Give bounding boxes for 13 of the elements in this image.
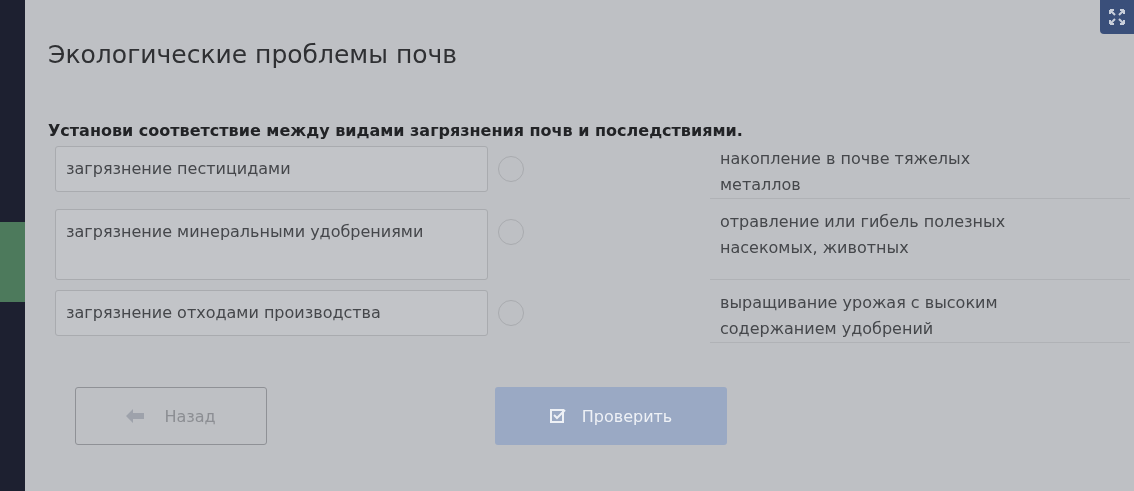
answer-card[interactable]: загрязнение отходами производства xyxy=(55,290,488,336)
arrow-left-icon xyxy=(126,409,145,423)
fullscreen-button[interactable] xyxy=(1100,0,1134,34)
answer-card[interactable]: загрязнение минеральными удобрениями xyxy=(55,209,488,280)
match-option[interactable]: накопление в почве тяжелых металлов xyxy=(710,146,1130,199)
checkbox-icon xyxy=(549,408,566,424)
expand-icon xyxy=(1108,8,1126,26)
question-text: Установи соответствие между видами загрязнения почв и последствиями. xyxy=(48,121,744,140)
sidebar-tab[interactable] xyxy=(0,222,25,302)
page-title: Экологические проблемы почв xyxy=(48,40,459,69)
answer-card[interactable]: загрязнение пестицидами xyxy=(55,146,488,192)
match-option[interactable]: отравление или гибель полезных насекомых, животных xyxy=(710,209,1130,280)
match-option[interactable]: выращивание урожая с высоким содержанием удобрений xyxy=(710,290,1130,343)
